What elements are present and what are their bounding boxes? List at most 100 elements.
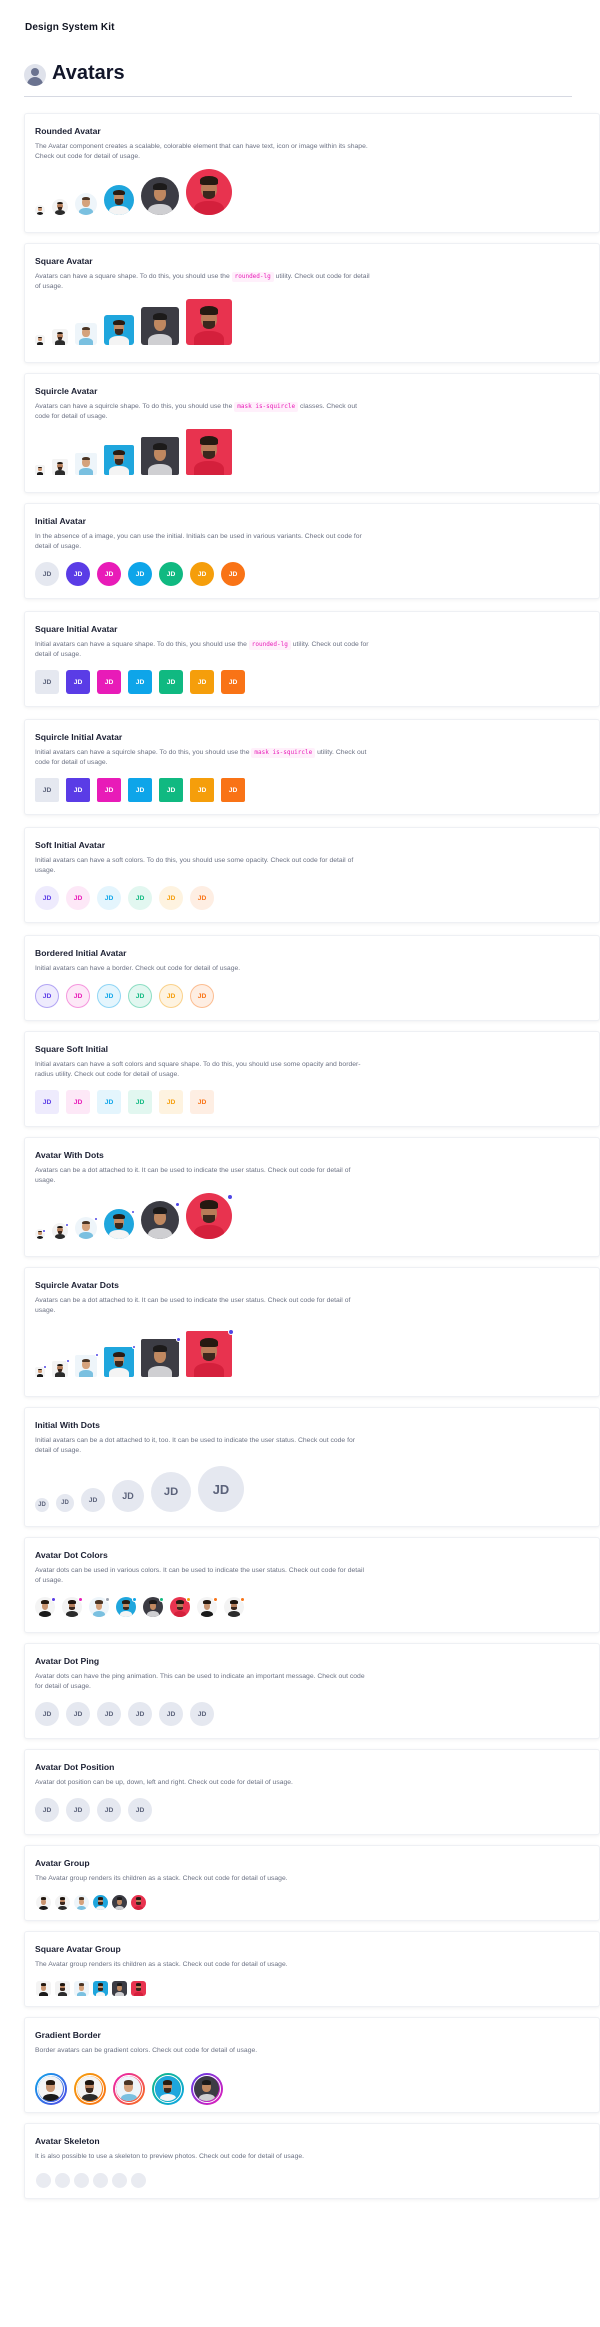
avatar-photo	[104, 445, 134, 475]
avatar-photo	[141, 307, 179, 345]
avatar-photo	[38, 2076, 63, 2101]
avatar-image	[62, 1597, 83, 1617]
avatar-skeleton	[92, 2172, 109, 2189]
initial-avatar: JD	[128, 984, 152, 1008]
card-description: Avatars can be a dot attached to it. It …	[35, 1167, 351, 1184]
initial-avatar: JD	[159, 886, 183, 910]
initial-avatar: JD	[221, 562, 245, 586]
initial-avatar: JD	[112, 1480, 144, 1512]
card-title: Gradient Border	[35, 2030, 101, 2040]
initial-avatar: JD	[159, 562, 183, 586]
avatar-photo	[194, 2076, 219, 2101]
card-rounded: Rounded Avatar The Avatar component creat…	[24, 113, 600, 233]
card-description: Border avatars can be gradient colors. C…	[35, 2047, 258, 2054]
status-dot	[174, 1201, 180, 1208]
card-title: Squircle Avatar Dots	[35, 1280, 119, 1290]
avatar-photo	[36, 1981, 51, 1996]
gradient-avatar	[113, 2073, 145, 2105]
avatar-image	[141, 307, 179, 345]
initial-avatar: JD	[128, 1798, 152, 1822]
initial-avatar: JD	[66, 1798, 90, 1822]
avatar-image	[52, 329, 68, 345]
avatar-group-item	[111, 1980, 128, 1997]
card-description: Avatars can have a squircle shape. To do…	[35, 402, 370, 422]
initial-avatar: JD	[159, 1702, 183, 1726]
avatar-photo	[35, 335, 45, 345]
gradient-avatar	[152, 2073, 184, 2105]
avatar-photo	[186, 169, 232, 215]
avatar-photo	[104, 1347, 134, 1377]
initial-avatar: JD	[81, 1488, 105, 1512]
card-title: Squircle Avatar	[35, 386, 98, 396]
avatar-photo	[74, 1981, 89, 1996]
avatar-skeleton	[73, 2172, 90, 2189]
avatar-photo	[116, 2076, 141, 2101]
card-gradient: Gradient Border Border avatars can be gra…	[24, 2017, 600, 2113]
avatar-photo	[155, 2076, 180, 2101]
initial-avatar: JD	[97, 984, 121, 1008]
card-title: Avatar Skeleton	[35, 2136, 100, 2146]
card-description: Initial avatars can have a squircle shap…	[35, 748, 370, 768]
avatar-photo	[35, 205, 45, 215]
status-dot	[94, 1217, 98, 1222]
card-title: Initial With Dots	[35, 1420, 100, 1430]
initial-avatar: JD	[66, 778, 90, 802]
desc-text: Avatars can have a square shape. To do t…	[35, 273, 230, 280]
avatar-image	[35, 1365, 47, 1377]
kit-title: Design System Kit	[25, 22, 115, 33]
initial-avatar: JD	[97, 1702, 121, 1726]
avatar-photo	[52, 1361, 68, 1377]
initial-avatar: JD	[159, 1090, 183, 1114]
gradient-avatar	[191, 2073, 223, 2105]
avatar-image	[75, 1353, 99, 1377]
card-title: Avatar Group	[35, 1858, 90, 1868]
avatar-image	[35, 1597, 56, 1617]
avatar-photo	[55, 1981, 70, 1996]
status-dot	[240, 1597, 245, 1602]
avatar-photo	[186, 299, 232, 345]
avatar-image	[75, 193, 97, 215]
card-description: Avatar dot position can be up, down, lef…	[35, 1779, 293, 1786]
avatar-image	[141, 177, 179, 215]
avatar-image	[52, 1359, 70, 1377]
avatar-photo	[131, 1981, 146, 1996]
avatar-skeleton	[35, 2172, 52, 2189]
initial-avatar: JD	[128, 886, 152, 910]
initial-avatar: JD	[97, 562, 121, 586]
avatar-photo	[77, 2076, 102, 2101]
avatar-photo	[52, 329, 68, 345]
page-title: Avatars	[52, 62, 125, 84]
code-tag: rounded-lg	[248, 640, 291, 650]
card-description: Avatar dots can be used in various color…	[35, 1567, 364, 1584]
avatar-photo	[141, 1339, 179, 1377]
avatar-group-item	[35, 1980, 52, 1997]
avatar-image	[89, 1597, 110, 1617]
avatar-photo	[55, 1895, 70, 1910]
avatar-image	[186, 1329, 234, 1377]
initial-avatar: JD	[35, 984, 59, 1008]
card-description: Initial avatars can have a soft colors. …	[35, 857, 354, 874]
avatar-photo	[93, 1895, 108, 1910]
avatar-image	[75, 1217, 98, 1239]
status-dot	[159, 1597, 164, 1602]
initial-avatar: JD	[35, 670, 59, 694]
card-title: Square Avatar	[35, 256, 93, 266]
initial-avatar: JD	[66, 1090, 90, 1114]
avatar-skeleton	[130, 2172, 147, 2189]
initial-avatar: JD	[190, 886, 214, 910]
card-description: Initial avatars can have a soft colors a…	[35, 1061, 361, 1078]
avatar-photo	[112, 1895, 127, 1910]
card-title: Avatar With Dots	[35, 1150, 104, 1160]
card-title: Square Avatar Group	[35, 1944, 121, 1954]
status-dot	[228, 1329, 234, 1335]
avatar-image	[104, 1209, 135, 1239]
card-description: Avatars can be a dot attached to it. It …	[35, 1297, 351, 1314]
avatar-photo	[194, 2076, 219, 2101]
avatar-group	[35, 1980, 147, 1997]
avatar-image	[116, 1597, 137, 1617]
code-tag: mask is-squircle	[234, 402, 299, 412]
avatar-image	[35, 335, 45, 345]
initial-avatar: JD	[66, 886, 90, 910]
card-description: Avatars can have a square shape. To do t…	[35, 272, 370, 292]
initial-avatar: JD	[190, 984, 214, 1008]
